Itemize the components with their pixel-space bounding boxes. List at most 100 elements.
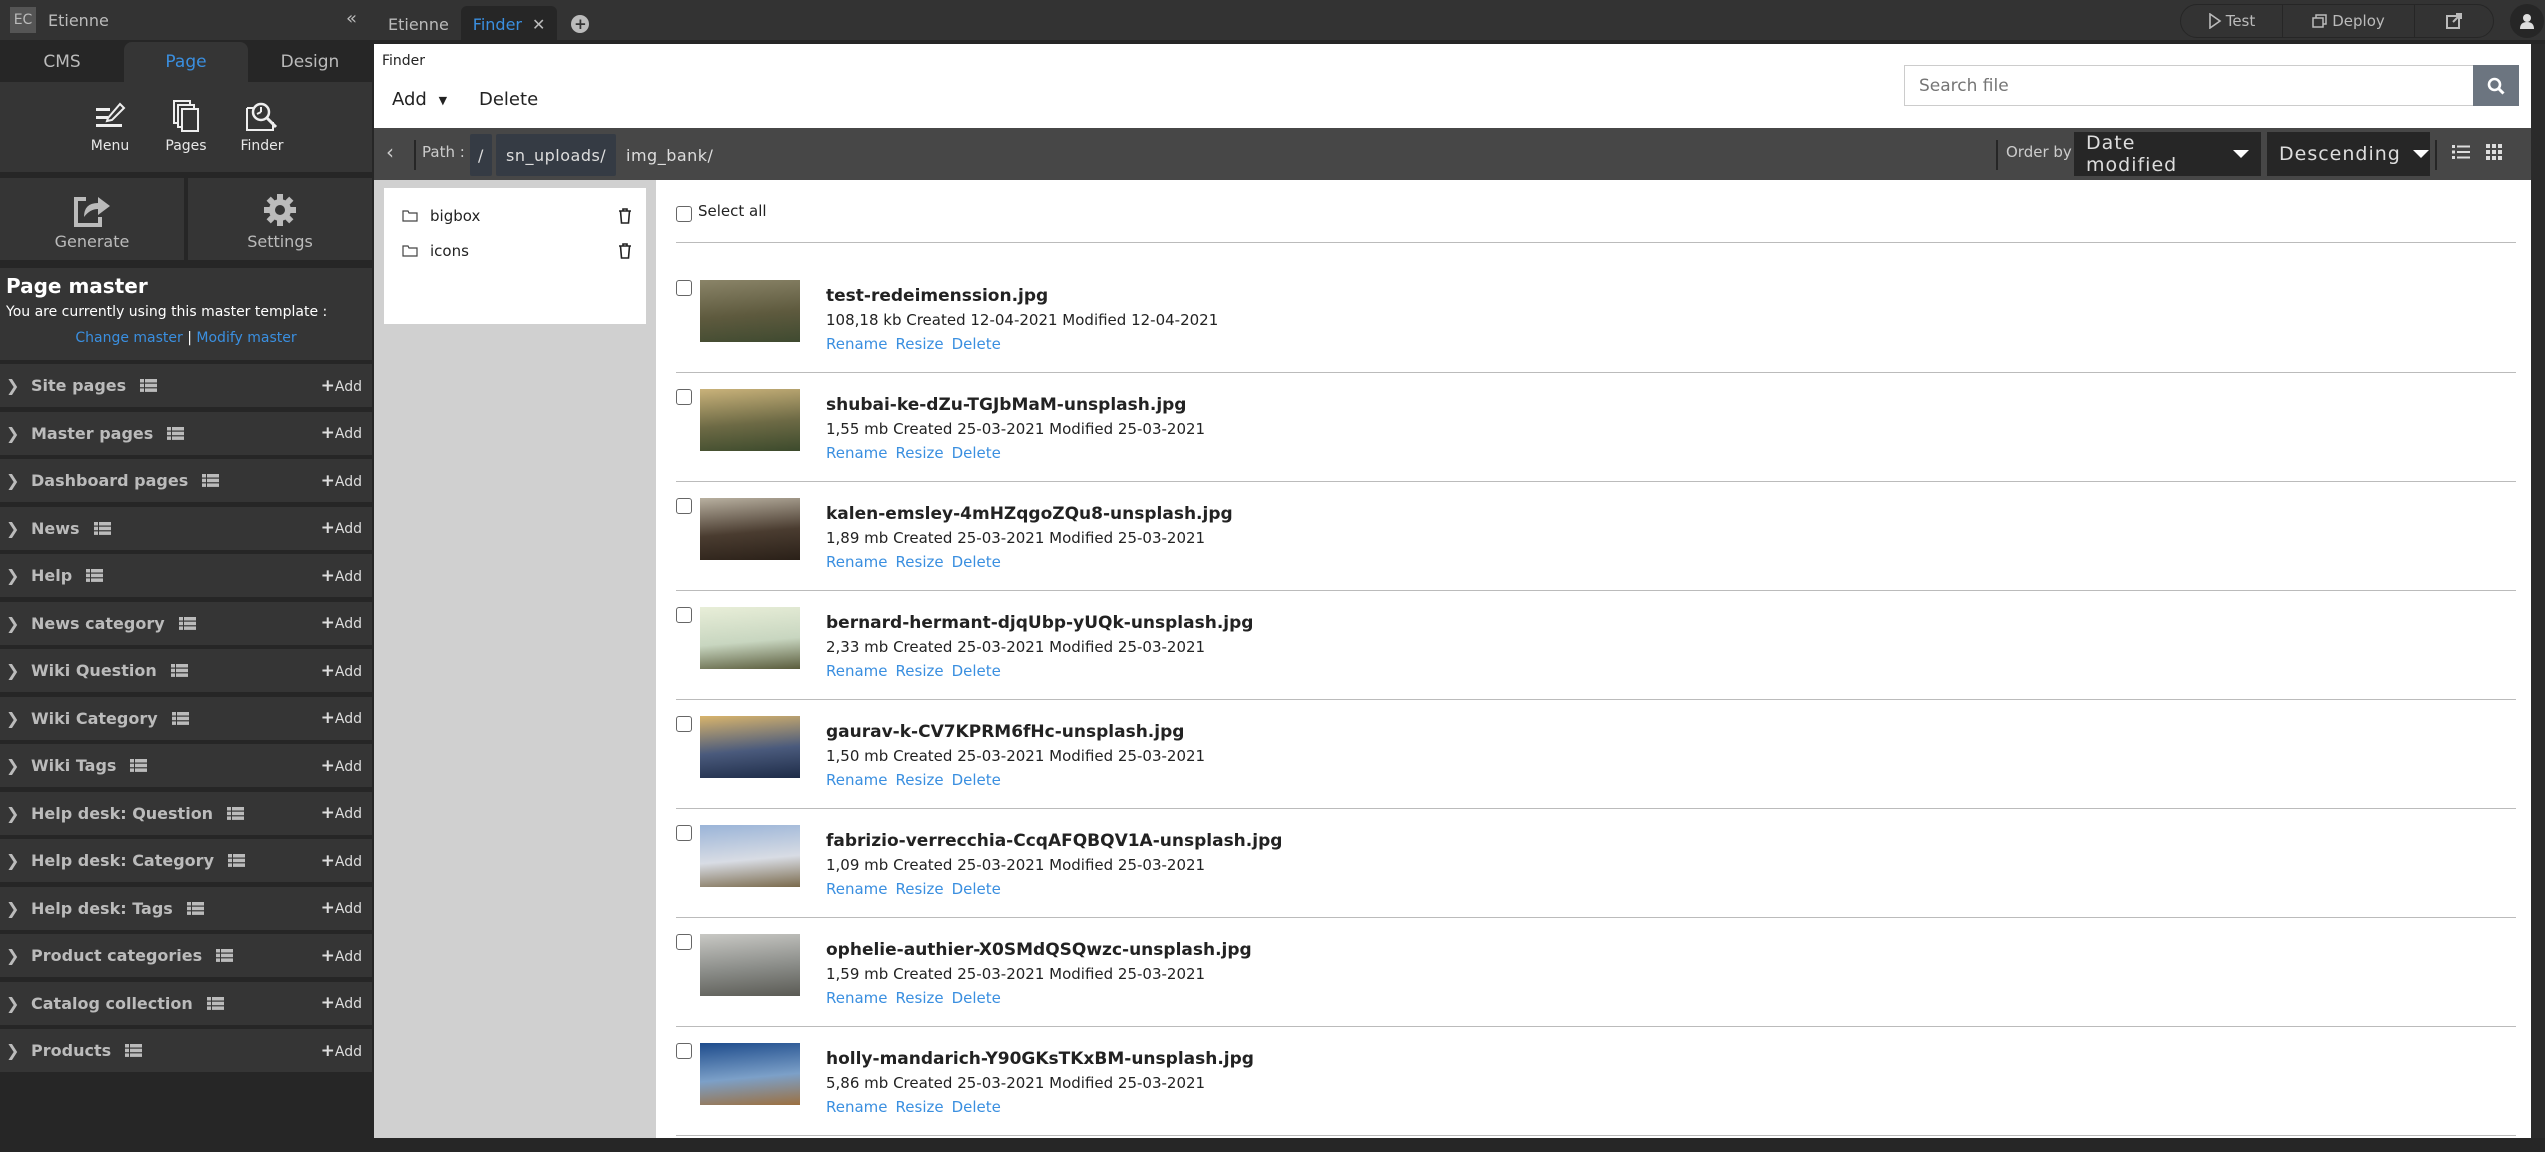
finder-tool-button[interactable]: Finder xyxy=(231,94,293,172)
sidebar-section-help-desk-category[interactable]: ❯ Help desk: Category +Add xyxy=(0,839,372,882)
order-direction-select[interactable]: Descending xyxy=(2267,132,2430,176)
select-all-checkbox[interactable] xyxy=(676,206,692,222)
rename-link[interactable]: Rename xyxy=(826,335,888,353)
generate-button[interactable]: Generate xyxy=(0,178,184,260)
add-section-item-button[interactable]: +Add xyxy=(321,613,362,633)
file-checkbox[interactable] xyxy=(676,934,692,950)
file-thumbnail[interactable] xyxy=(700,716,800,778)
sidebar-section-wiki-tags[interactable]: ❯ Wiki Tags +Add xyxy=(0,744,372,787)
chevron-right-icon[interactable]: ❯ xyxy=(6,614,31,633)
file-checkbox[interactable] xyxy=(676,825,692,841)
file-checkbox[interactable] xyxy=(676,498,692,514)
chevron-right-icon[interactable]: ❯ xyxy=(6,756,31,775)
add-section-item-button[interactable]: +Add xyxy=(321,376,362,396)
list-icon[interactable] xyxy=(167,426,185,440)
add-section-item-button[interactable]: +Add xyxy=(321,566,362,586)
chevron-right-icon[interactable]: ❯ xyxy=(6,661,31,680)
add-section-item-button[interactable]: +Add xyxy=(321,851,362,871)
trash-icon[interactable] xyxy=(618,243,632,259)
list-icon[interactable] xyxy=(171,711,189,725)
add-section-item-button[interactable]: +Add xyxy=(321,471,362,491)
file-checkbox[interactable] xyxy=(676,607,692,623)
list-icon[interactable] xyxy=(202,474,220,487)
file-thumbnail[interactable] xyxy=(700,825,800,887)
add-section-item-button[interactable]: +Add xyxy=(321,803,362,823)
sidebar-section-help-desk-question[interactable]: ❯ Help desk: Question +Add xyxy=(0,791,372,835)
add-section-item-button[interactable]: +Add xyxy=(321,661,362,681)
file-thumbnail[interactable] xyxy=(700,1043,800,1105)
chevron-right-icon[interactable]: ❯ xyxy=(6,471,31,490)
deploy-button[interactable]: Deploy xyxy=(2283,5,2415,37)
chevron-right-icon[interactable]: ❯ xyxy=(6,566,31,585)
file-thumbnail[interactable] xyxy=(700,280,800,342)
sidebar-tab-cms[interactable]: CMS xyxy=(0,42,124,82)
list-icon[interactable] xyxy=(93,521,111,535)
add-dropdown-button[interactable]: Add ▼ xyxy=(392,89,447,110)
file-thumbnail[interactable] xyxy=(700,498,800,560)
sidebar-section-help[interactable]: ❯ Help +Add xyxy=(0,554,372,597)
file-thumbnail[interactable] xyxy=(700,389,800,451)
add-section-item-button[interactable]: +Add xyxy=(321,518,362,538)
delete-file-link[interactable]: Delete xyxy=(952,771,1001,789)
delete-file-link[interactable]: Delete xyxy=(952,880,1001,898)
chevron-right-icon[interactable]: ❯ xyxy=(6,804,31,823)
sidebar-section-site-pages[interactable]: ❯ Site pages +Add xyxy=(0,364,372,407)
delete-file-link[interactable]: Delete xyxy=(952,662,1001,680)
sidebar-section-help-desk-tags[interactable]: ❯ Help desk: Tags +Add xyxy=(0,886,372,930)
file-checkbox[interactable] xyxy=(676,716,692,732)
add-section-item-button[interactable]: +Add xyxy=(321,1041,362,1061)
order-by-select[interactable]: Date modified xyxy=(2074,132,2261,176)
resize-link[interactable]: Resize xyxy=(896,880,944,898)
sidebar-tab-design[interactable]: Design xyxy=(248,42,372,82)
file-thumbnail[interactable] xyxy=(700,607,800,669)
list-icon[interactable] xyxy=(186,901,204,915)
rename-link[interactable]: Rename xyxy=(826,771,888,789)
trash-icon[interactable] xyxy=(618,208,632,224)
resize-link[interactable]: Resize xyxy=(896,989,944,1007)
rename-link[interactable]: Rename xyxy=(826,553,888,571)
list-icon[interactable] xyxy=(216,949,234,962)
chevron-right-icon[interactable]: ❯ xyxy=(6,946,31,965)
sidebar-section-wiki-question[interactable]: ❯ Wiki Question +Add xyxy=(0,649,372,692)
delete-file-link[interactable]: Delete xyxy=(952,335,1001,353)
file-checkbox[interactable] xyxy=(676,1043,692,1059)
resize-link[interactable]: Resize xyxy=(896,335,944,353)
resize-link[interactable]: Resize xyxy=(896,553,944,571)
resize-link[interactable]: Resize xyxy=(896,444,944,462)
sidebar-section-news[interactable]: ❯ News +Add xyxy=(0,506,372,550)
search-button[interactable] xyxy=(2473,65,2519,106)
delete-file-link[interactable]: Delete xyxy=(952,444,1001,462)
open-external-button[interactable] xyxy=(2415,5,2493,37)
sidebar-section-news-category[interactable]: ❯ News category +Add xyxy=(0,601,372,645)
pages-tool-button[interactable]: Pages xyxy=(155,94,217,172)
sidebar-section-catalog-collection[interactable]: ❯ Catalog collection +Add xyxy=(0,981,372,1025)
delete-file-link[interactable]: Delete xyxy=(952,553,1001,571)
folder-item-icons[interactable]: icons xyxy=(402,236,632,266)
list-icon[interactable] xyxy=(206,996,224,1010)
folder-item-bigbox[interactable]: bigbox xyxy=(402,201,632,231)
path-segment-img-bank[interactable]: img_bank/ xyxy=(618,134,721,176)
user-menu-button[interactable] xyxy=(2510,4,2544,38)
add-section-item-button[interactable]: +Add xyxy=(321,946,362,966)
sidebar-section-wiki-category[interactable]: ❯ Wiki Category +Add xyxy=(0,696,372,740)
sidebar-tab-page[interactable]: Page xyxy=(124,42,248,82)
chevron-right-icon[interactable]: ❯ xyxy=(6,424,31,443)
delete-file-link[interactable]: Delete xyxy=(952,989,1001,1007)
file-thumbnail[interactable] xyxy=(700,934,800,996)
path-segment-root[interactable]: / xyxy=(470,134,492,176)
close-tab-icon[interactable]: ✕ xyxy=(532,15,545,34)
chevron-right-icon[interactable]: ❯ xyxy=(6,376,31,395)
path-segment-sn-uploads[interactable]: sn_uploads/ xyxy=(496,134,617,176)
rename-link[interactable]: Rename xyxy=(826,880,888,898)
rename-link[interactable]: Rename xyxy=(826,1098,888,1116)
sidebar-section-product-categories[interactable]: ❯ Product categories +Add xyxy=(0,934,372,977)
resize-link[interactable]: Resize xyxy=(896,771,944,789)
add-section-item-button[interactable]: +Add xyxy=(321,993,362,1013)
list-icon[interactable] xyxy=(130,759,148,772)
file-checkbox[interactable] xyxy=(676,389,692,405)
resize-link[interactable]: Resize xyxy=(896,1098,944,1116)
test-button[interactable]: Test xyxy=(2181,5,2283,37)
list-icon[interactable] xyxy=(227,806,245,820)
rename-link[interactable]: Rename xyxy=(826,444,888,462)
tab-etienne[interactable]: Etienne xyxy=(376,6,461,42)
